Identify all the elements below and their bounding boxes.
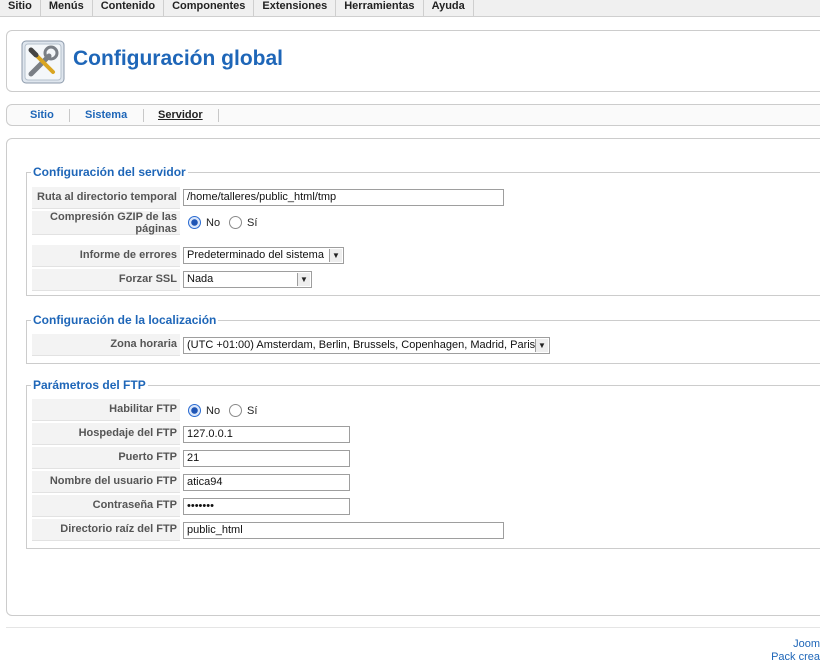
footer-divider: [6, 627, 820, 628]
tab-separator: [218, 109, 219, 122]
locale-legend: Configuración de la localización: [31, 313, 219, 327]
temp-dir-label: Ruta al directorio temporal: [32, 187, 180, 209]
errors-select-value: Predeterminado del sistema: [187, 249, 324, 261]
chevron-down-icon: ▼: [535, 339, 548, 352]
server-legend: Configuración del servidor: [31, 165, 188, 179]
ftp-enable-label: Habilitar FTP: [32, 399, 180, 421]
menu-ayuda[interactable]: Ayuda: [424, 0, 474, 17]
ftp-host-label: Hospedaje del FTP: [32, 423, 180, 445]
errors-label: Informe de errores: [32, 245, 180, 267]
title-panel: Configuración global: [6, 30, 820, 92]
ftp-yes-radio[interactable]: [229, 404, 242, 417]
timezone-select[interactable]: (UTC +01:00) Amsterdam, Berlin, Brussels…: [183, 337, 550, 354]
menu-sitio[interactable]: Sitio: [0, 0, 41, 17]
ssl-select-value: Nada: [187, 273, 214, 285]
gzip-no-radio[interactable]: [188, 216, 201, 229]
errors-select[interactable]: Predeterminado del sistema ▼: [183, 247, 344, 264]
ftp-legend: Parámetros del FTP: [31, 378, 148, 392]
menu-menus[interactable]: Menús: [41, 0, 93, 17]
footer-link-pack[interactable]: Pack crea: [771, 651, 820, 663]
ftp-user-label: Nombre del usuario FTP: [32, 471, 180, 493]
temp-dir-input[interactable]: /home/talleres/public_html/tmp: [183, 189, 504, 206]
menu-contenido[interactable]: Contenido: [93, 0, 165, 17]
config-tools-icon: [19, 38, 67, 86]
ftp-pass-label: Contraseña FTP: [32, 495, 180, 517]
ftp-port-input[interactable]: 21: [183, 450, 350, 467]
timezone-label: Zona horaria: [32, 334, 180, 356]
ftp-yes-label: Sí: [247, 405, 258, 417]
menu-componentes[interactable]: Componentes: [164, 0, 255, 17]
ftp-pass-input[interactable]: •••••••: [183, 498, 350, 515]
menu-herramientas[interactable]: Herramientas: [336, 0, 424, 17]
top-menu-bar: Sitio Menús Contenido Componentes Extens…: [0, 0, 820, 17]
ftp-fieldset: Parámetros del FTP Habilitar FTP No Sí H…: [26, 378, 820, 549]
ftp-root-label: Directorio raíz del FTP: [32, 519, 180, 541]
tab-servidor[interactable]: Servidor: [158, 109, 203, 121]
gzip-no-label: No: [206, 217, 221, 229]
ftp-host-input[interactable]: 127.0.0.1: [183, 426, 350, 443]
tab-separator: [143, 109, 144, 122]
menu-extensiones[interactable]: Extensiones: [254, 0, 337, 17]
ssl-label: Forzar SSL: [32, 269, 180, 291]
chevron-down-icon: ▼: [297, 273, 310, 286]
tab-bar: Sitio Sistema Servidor: [6, 104, 820, 126]
ssl-select[interactable]: Nada ▼: [183, 271, 312, 288]
timezone-select-value: (UTC +01:00) Amsterdam, Berlin, Brussels…: [187, 339, 536, 351]
tab-sistema[interactable]: Sistema: [85, 109, 127, 121]
tab-sitio[interactable]: Sitio: [30, 109, 54, 121]
gzip-yes-radio[interactable]: [229, 216, 242, 229]
ftp-no-label: No: [206, 405, 221, 417]
page-title: Configuración global: [73, 47, 283, 70]
gzip-yes-label: Sí: [247, 217, 258, 229]
tab-separator: [69, 109, 70, 122]
ftp-user-input[interactable]: atica94: [183, 474, 350, 491]
ftp-root-input[interactable]: public_html: [183, 522, 504, 539]
ftp-no-radio[interactable]: [188, 404, 201, 417]
server-fieldset: Configuración del servidor Ruta al direc…: [26, 165, 820, 296]
gzip-label: Compresión GZIP de las páginas: [32, 211, 180, 235]
ftp-port-label: Puerto FTP: [32, 447, 180, 469]
locale-fieldset: Configuración de la localización Zona ho…: [26, 313, 820, 364]
chevron-down-icon: ▼: [329, 249, 342, 262]
footer-link-joomla[interactable]: Joom: [793, 638, 820, 650]
